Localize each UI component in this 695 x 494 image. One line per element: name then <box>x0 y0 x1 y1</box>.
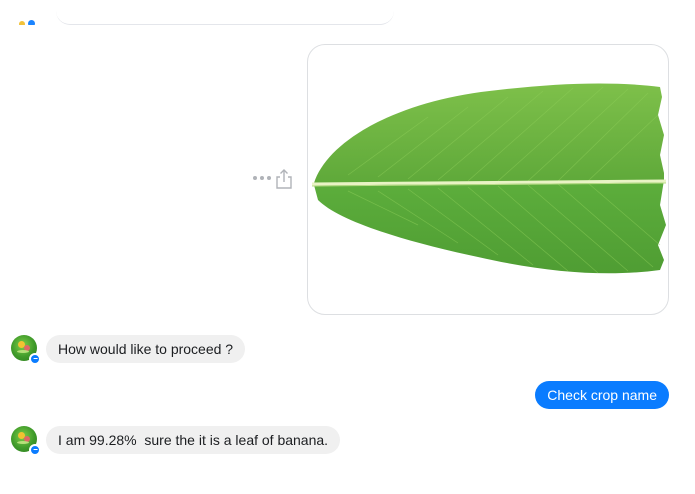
previous-bubble-edge <box>56 8 394 25</box>
messenger-badge-icon <box>29 353 41 365</box>
more-options-icon[interactable] <box>252 173 274 183</box>
share-icon[interactable] <box>275 168 293 190</box>
bot-avatar-partial <box>16 17 38 25</box>
messenger-badge-icon <box>29 444 41 456</box>
user-message-check-crop: Check crop name <box>535 381 669 409</box>
bot-message-result: I am 99.28% sure the it is a leaf of ban… <box>46 426 341 454</box>
banana-leaf-photo <box>311 83 667 274</box>
bot-avatar[interactable] <box>11 426 41 456</box>
bot-message-proceed: How would like to proceed ? <box>46 335 246 363</box>
banana-leaf-image-message[interactable] <box>307 44 669 315</box>
bot-avatar[interactable] <box>11 335 41 365</box>
image-message-actions <box>252 168 296 190</box>
previous-message-cutoff <box>0 0 695 30</box>
